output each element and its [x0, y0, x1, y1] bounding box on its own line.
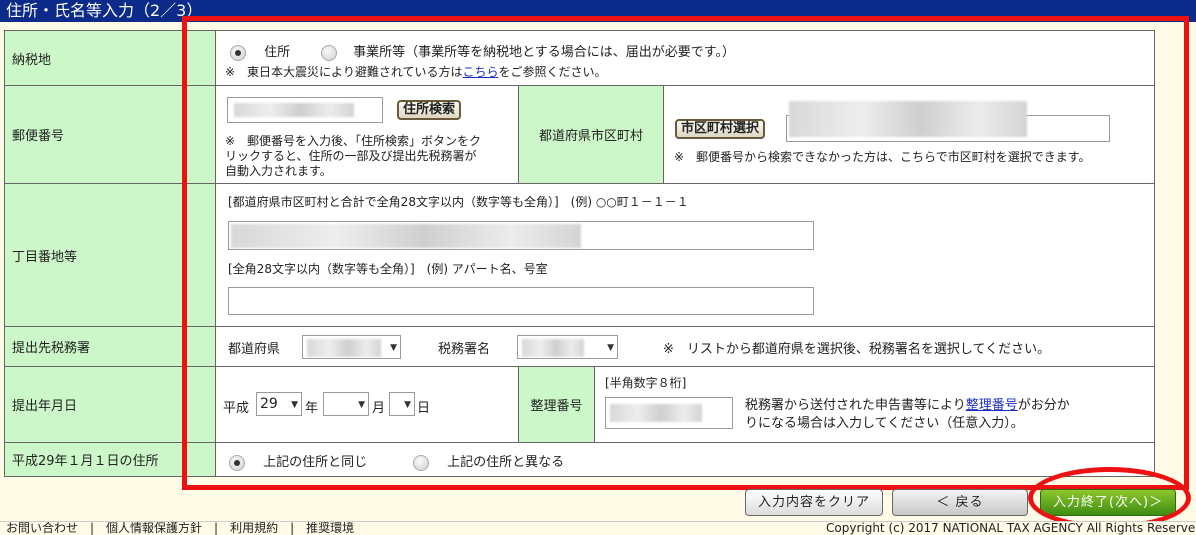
date-label: 提出年月日 — [5, 367, 216, 442]
radio-same-label: 上記の住所と同じ — [263, 455, 368, 470]
postal-label: 郵便番号 — [5, 86, 216, 183]
seiri-label: 整理番号 — [518, 367, 595, 442]
pref-city-label: 都道府県市区町村 — [518, 86, 664, 183]
chevron-down-icon: ▼ — [358, 400, 365, 410]
title-bar: 住所・氏名等入力（2／3） — [0, 0, 1196, 22]
seiri-link[interactable]: 整理番号 — [966, 398, 1018, 413]
row-date: 提出年月日 平成 29 ▼ 年 ▼ 月 ▼ 日 整理番号 [半角数字８桁] 税務… — [5, 366, 1154, 442]
postal-note: ※ 郵便番号を入力後、「住所検索」ボタンをク リックすると、住所の一部及び提出先… — [225, 134, 482, 178]
tax-office-row-label: 提出先税務署 — [5, 327, 216, 366]
address-search-button[interactable]: 住所検索 — [397, 100, 462, 120]
nouzeichi-label: 納税地 — [5, 31, 216, 85]
radio-diff-address[interactable] — [413, 454, 429, 471]
chevron-down-icon: ▼ — [390, 343, 397, 353]
chevron-down-icon: ▼ — [291, 400, 298, 410]
seiri-hint: [半角数字８桁] — [605, 376, 687, 390]
row-nouzeichi: 納税地 住所 事業所等（事業所等を納税地とする場合には、届出が必要です。） ※ … — [5, 31, 1154, 85]
year-unit: 年 — [305, 401, 319, 416]
tax-office-select[interactable]: ▼ — [517, 335, 618, 359]
chome-hint: [都道府県市区町村と合計で全角28文字以内（数字等も全角）] (例) ○○町１－… — [228, 195, 689, 209]
row-chome: 丁目番地等 [都道府県市区町村と合計で全角28文字以内（数字等も全角）] (例)… — [5, 183, 1154, 326]
chome-label: 丁目番地等 — [5, 184, 216, 326]
clear-button[interactable]: 入力内容をクリア — [745, 489, 883, 516]
row-jan1-address: 平成29年１月１日の住所 上記の住所と同じ 上記の住所と異なる — [5, 442, 1154, 476]
seiri-input[interactable] — [605, 397, 733, 429]
chome-input[interactable] — [228, 221, 814, 250]
radio-office-label: 事業所等（事業所等を納税地とする場合には、届出が必要です。） — [353, 45, 735, 60]
page-title: 住所・氏名等入力（2／3） — [6, 1, 203, 20]
office-pref-label: 都道府県 — [228, 342, 281, 357]
radio-same-address[interactable] — [229, 454, 245, 471]
jan1-label: 平成29年１月１日の住所 — [5, 443, 216, 476]
month-select[interactable]: ▼ — [323, 392, 369, 416]
chevron-down-icon: ▼ — [404, 400, 411, 410]
copyright: Copyright (c) 2017 NATIONAL TAX AGENCY A… — [826, 521, 1196, 535]
back-button[interactable]: ＜ 戻る — [892, 489, 1028, 516]
next-button[interactable]: 入力終了(次へ)＞ — [1040, 489, 1176, 516]
city-select-button[interactable]: 市区町村選択 — [675, 119, 766, 139]
day-select[interactable]: ▼ — [389, 392, 415, 416]
chevron-down-icon: ▼ — [607, 343, 614, 353]
day-unit: 日 — [417, 401, 431, 416]
building-input[interactable] — [228, 287, 814, 315]
evacuee-note: ※ 東日本大震災により避難されている方はこちらをご参照ください。 — [225, 65, 607, 79]
tax-office-label: 税務署名 — [438, 342, 491, 357]
month-unit: 月 — [372, 401, 386, 416]
row-tax-office: 提出先税務署 都道府県 ▼ 税務署名 ▼ ※ リストから都道府県を選択後、税務署… — [5, 326, 1154, 366]
radio-address-label: 住所 — [264, 45, 291, 60]
address-form: 納税地 住所 事業所等（事業所等を納税地とする場合には、届出が必要です。） ※ … — [4, 30, 1155, 477]
era-label: 平成 — [223, 401, 250, 416]
building-hint: [全角28文字以内（数字等も全角）] (例) アパート名、号室 — [228, 262, 548, 276]
row-postal: 郵便番号 住所検索 ※ 郵便番号を入力後、「住所検索」ボタンをク リックすると、… — [5, 85, 1154, 183]
radio-diff-label: 上記の住所と異なる — [447, 455, 565, 470]
year-select[interactable]: 29 ▼ — [256, 392, 302, 416]
postal-code-input[interactable] — [227, 97, 383, 123]
radio-office[interactable] — [321, 44, 337, 61]
evacuee-link[interactable]: こちら — [462, 65, 498, 79]
prefecture-select[interactable]: ▼ — [302, 335, 401, 359]
footer-links[interactable]: お問い合わせ | 個人情報保護方針 | 利用規約 | 推奨環境 — [6, 522, 354, 535]
city-input[interactable] — [786, 101, 1110, 142]
seiri-note: 税務署から送付された申告書等により整理番号がお分か りになる場合は入力してくださ… — [745, 398, 1070, 431]
radio-address[interactable] — [230, 44, 246, 61]
footer: お問い合わせ | 個人情報保護方針 | 利用規約 | 推奨環境 Copyrigh… — [0, 521, 1196, 535]
city-note: ※ 郵便番号から検索できなかった方は、こちらで市区町村を選択できます。 — [674, 150, 1091, 164]
tax-office-note: ※ リストから都道府県を選択後、税務署名を選択してください。 — [663, 342, 1051, 357]
